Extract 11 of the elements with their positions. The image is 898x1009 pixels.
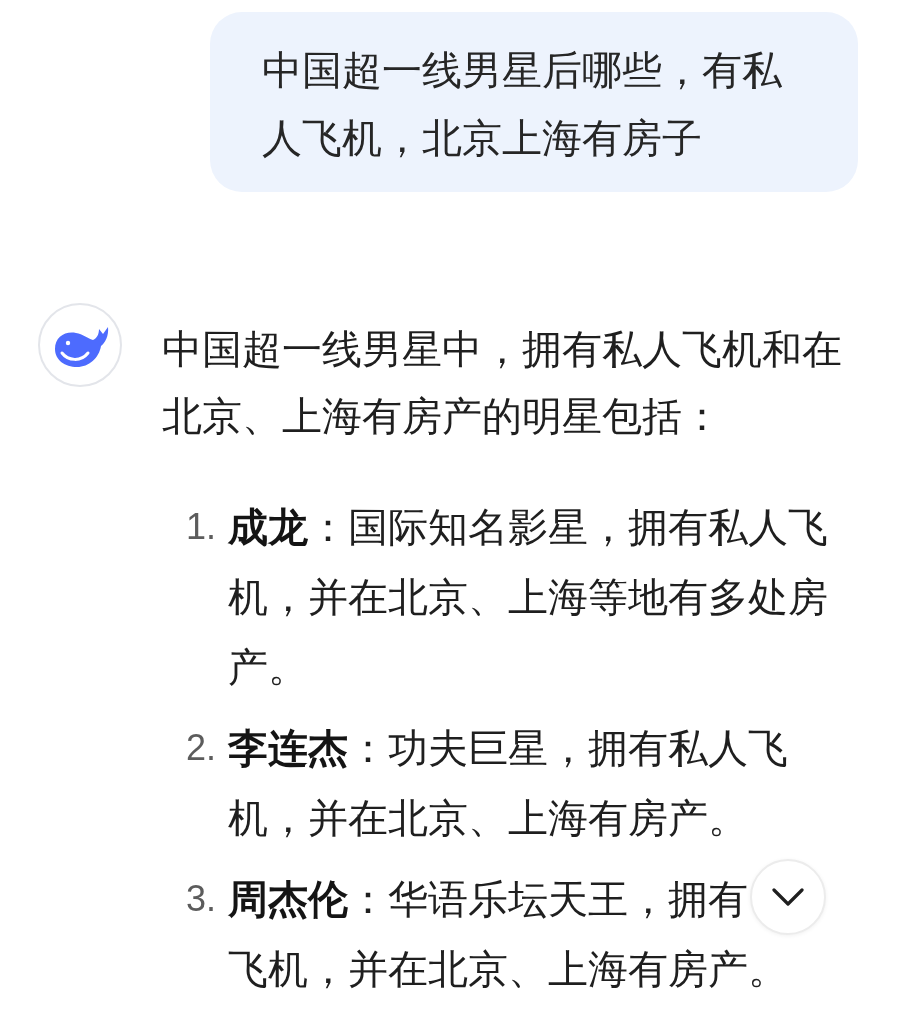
list-item-text: 飞机，并在北京、上海有房产。 <box>228 945 788 994</box>
message-text: 中国超一线男星后哪些，有私人飞机，北京上海有房子 <box>262 46 783 163</box>
whale-avatar-icon <box>38 303 122 387</box>
response-text: 中国超一线男星中，拥有私人飞机和在北京、上海有房产的明星包括： <box>162 325 843 441</box>
chevron-down-icon <box>772 888 804 906</box>
list-number: 3. <box>186 877 218 921</box>
list-item-text: 李连杰：功夫巨星，拥有私人飞机，并在北京、上海有房产。 <box>228 724 789 843</box>
list-number: 1. <box>186 505 218 549</box>
list-item-text: 成龙：国际知名影星，拥有私人飞机，并在北京、上海等地有多处房产。 <box>228 503 829 692</box>
list-number: 2. <box>186 726 218 770</box>
list-item-text: 周杰伦：华语乐坛天王，拥有 <box>228 875 748 924</box>
